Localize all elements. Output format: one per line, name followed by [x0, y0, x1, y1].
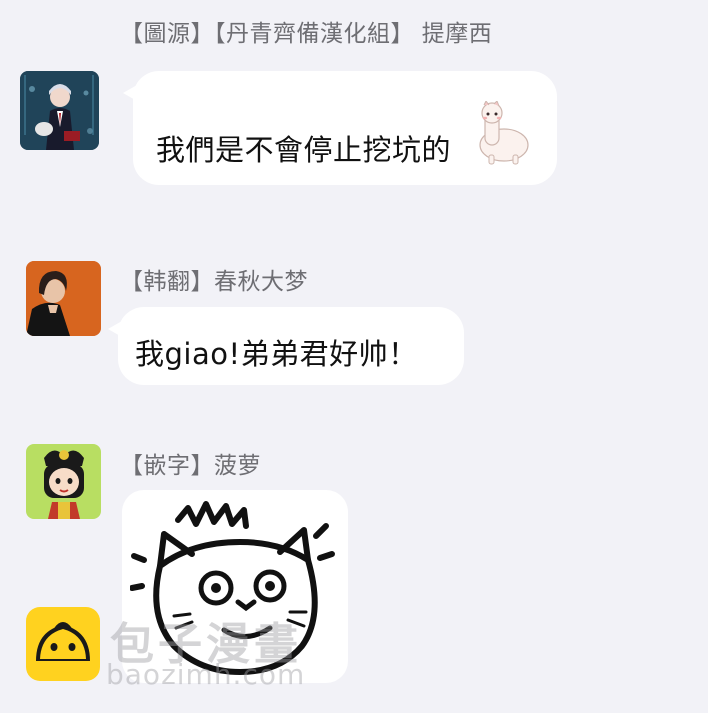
- message-text-1: 我們是不會停止挖坑的: [156, 133, 452, 167]
- bubble-tail: [108, 321, 122, 337]
- angry-cat-sticker-icon: [129, 496, 340, 680]
- message-bubble-1[interactable]: 我們是不會停止挖坑的: [123, 71, 557, 185]
- sticker-bubble[interactable]: [122, 490, 348, 683]
- avatar-3-image: [26, 444, 101, 519]
- avatar-2-image: [26, 261, 101, 336]
- message-bubble-2[interactable]: 我giao!弟弟君好帅！: [108, 307, 464, 385]
- alpaca-icon: [473, 100, 531, 165]
- bubble-tail: [123, 85, 137, 101]
- message-text-2: 我giao!弟弟君好帅！: [135, 337, 418, 371]
- sender-name-2: 【韩翻】春秋大梦: [120, 269, 308, 295]
- sender-name-1: 【圖源】【丹青齊備漢化組】 提摩西: [120, 21, 493, 47]
- bun-logo-icon: [26, 607, 100, 681]
- avatar-3[interactable]: [26, 444, 101, 519]
- chat-screen: 【圖源】【丹青齊備漢化組】 提摩西 我們是不會停止挖坑的 【韩翻】春秋大梦 我g…: [0, 0, 708, 713]
- sender-name-3: 【嵌字】菠萝: [120, 453, 261, 479]
- avatar-1-image: [20, 71, 99, 150]
- avatar-1[interactable]: [20, 71, 99, 150]
- avatar-2[interactable]: [26, 261, 101, 336]
